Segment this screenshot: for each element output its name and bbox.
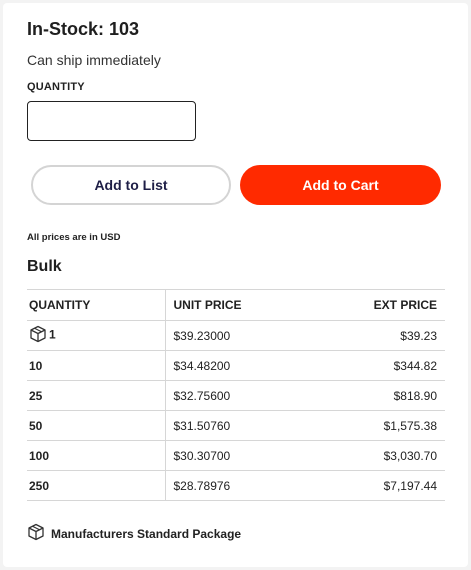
row-unit-price: $30.30700 (165, 440, 295, 471)
row-unit-price: $31.50760 (165, 410, 295, 441)
add-to-list-button[interactable]: Add to List (31, 165, 231, 205)
row-quantity-cell: 1 (27, 320, 166, 351)
row-unit-price: $34.48200 (165, 350, 295, 381)
table-row: 25 $32.75600 $818.90 (27, 380, 445, 411)
row-ext-price: $344.82 (295, 350, 445, 381)
row-unit-price: $28.78976 (165, 470, 295, 501)
row-ext-price: $818.90 (295, 380, 445, 411)
table-row: 250 $28.78976 $7,197.44 (27, 470, 445, 501)
table-row: 10 $34.48200 $344.82 (27, 350, 445, 381)
row-ext-price: $39.23 (295, 320, 445, 351)
row-quantity: 10 (27, 350, 166, 381)
row-unit-price: $32.75600 (165, 380, 295, 411)
bulk-title: Bulk (27, 258, 62, 275)
standard-package-note: Manufacturers Standard Package (27, 523, 241, 544)
quantity-label: QUANTITY (27, 81, 85, 93)
row-quantity: 50 (27, 410, 166, 441)
row-unit-price: $39.23000 (165, 320, 295, 351)
row-quantity: 1 (49, 327, 56, 342)
table-row: 1 $39.23000 $39.23 (27, 320, 445, 351)
table-row: 50 $31.50760 $1,575.38 (27, 410, 445, 441)
standard-package-label: Manufacturers Standard Package (51, 526, 242, 541)
column-header-ext-price: EXT PRICE (295, 289, 445, 321)
pricing-card: In-Stock: 103 Can ship immediately QUANT… (3, 3, 468, 567)
row-ext-price: $7,197.44 (295, 470, 445, 501)
row-ext-price: $1,575.38 (295, 410, 445, 441)
table-header-row: QUANTITY UNIT PRICE EXT PRICE (27, 289, 445, 321)
table-row: 100 $30.30700 $3,030.70 (27, 440, 445, 471)
row-quantity: 25 (27, 380, 166, 411)
stock-title: In-Stock: 103 (27, 19, 140, 39)
quantity-input[interactable] (27, 101, 196, 141)
row-quantity: 250 (27, 470, 166, 501)
package-icon (29, 325, 47, 346)
package-icon (27, 523, 45, 544)
row-ext-price: $3,030.70 (295, 440, 445, 471)
column-header-quantity: QUANTITY (27, 289, 166, 321)
bulk-price-table: QUANTITY UNIT PRICE EXT PRICE 1 $39.2300… (27, 289, 445, 501)
ship-note: Can ship immediately (27, 52, 161, 68)
add-to-cart-button[interactable]: Add to Cart (240, 165, 441, 205)
column-header-unit-price: UNIT PRICE (165, 289, 295, 321)
currency-note: All prices are in USD (27, 232, 121, 243)
row-quantity: 100 (27, 440, 166, 471)
